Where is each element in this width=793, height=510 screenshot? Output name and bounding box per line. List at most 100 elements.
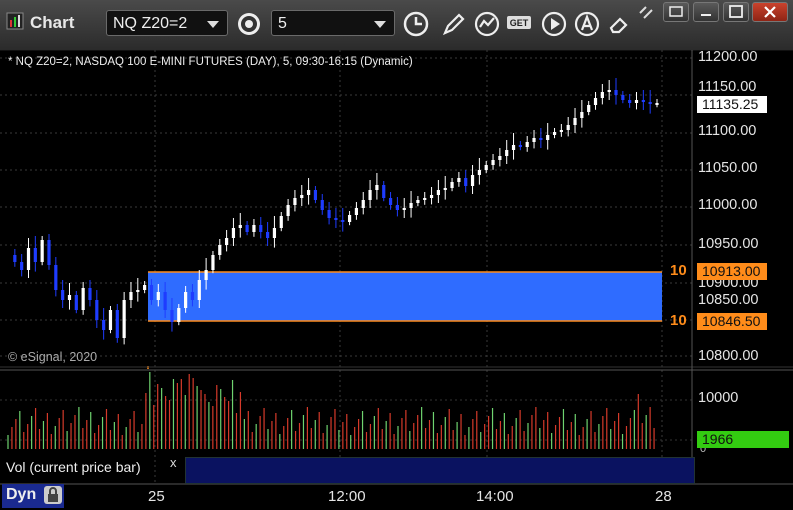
candle-body bbox=[477, 170, 481, 175]
chart-caption: * NQ Z20=2, NASDAQ 100 E-MINI FUTURES (D… bbox=[8, 56, 413, 68]
candle-body bbox=[655, 103, 659, 105]
layout-label[interactable]: Dyn bbox=[6, 486, 36, 504]
candle-body bbox=[552, 132, 557, 135]
candle-body bbox=[33, 248, 37, 262]
candle-body bbox=[443, 188, 447, 190]
candle-body bbox=[204, 270, 208, 280]
price-axis-label: 10950.00 bbox=[698, 236, 759, 252]
candle-body bbox=[95, 300, 99, 320]
upper-level-edge: 10 bbox=[670, 262, 687, 279]
price-chart[interactable] bbox=[0, 50, 793, 510]
candle-body bbox=[361, 200, 365, 208]
candle-body bbox=[347, 215, 352, 222]
candle-body bbox=[436, 190, 440, 195]
candle-body bbox=[259, 225, 263, 232]
candle-body bbox=[511, 145, 516, 150]
chevron-down-icon[interactable] bbox=[207, 21, 219, 28]
maximize-icon[interactable] bbox=[723, 2, 749, 22]
candle-body bbox=[190, 292, 195, 300]
candle-body bbox=[429, 195, 434, 198]
candle-body bbox=[607, 90, 611, 92]
time-axis-label: 14:00 bbox=[476, 488, 514, 505]
price-axis-label: 11100.00 bbox=[698, 123, 757, 139]
candle-body bbox=[382, 185, 386, 198]
candle-body bbox=[593, 98, 598, 105]
candle-body bbox=[621, 95, 625, 100]
copyright-text: © eSignal, 2020 bbox=[8, 350, 98, 364]
candle-body bbox=[149, 285, 154, 300]
candle-body bbox=[286, 205, 290, 216]
candle-body bbox=[266, 232, 270, 238]
volume-axis-label: 10000 bbox=[698, 390, 739, 406]
volume-current-tag: 1966 bbox=[697, 431, 789, 448]
settings-icon[interactable] bbox=[235, 10, 263, 38]
lock-icon[interactable] bbox=[44, 486, 62, 504]
candle-body bbox=[218, 245, 222, 255]
symbol-value: NQ Z20=2 bbox=[113, 15, 188, 32]
candle-body bbox=[61, 290, 65, 300]
close-study-icon[interactable]: x bbox=[170, 455, 177, 470]
clock-icon[interactable] bbox=[402, 10, 430, 38]
symbol-input[interactable]: NQ Z20=2 bbox=[106, 10, 228, 36]
price-axis-label: 11150.00 bbox=[698, 79, 757, 95]
candle-body bbox=[368, 190, 372, 200]
candle-body bbox=[163, 292, 167, 310]
upper-level-tag[interactable]: 10913.00 bbox=[697, 263, 767, 280]
candle-body bbox=[532, 138, 536, 142]
candle-body bbox=[122, 300, 126, 338]
study-icon[interactable] bbox=[473, 10, 501, 38]
candle-body bbox=[115, 310, 119, 338]
interval-value: 5 bbox=[278, 15, 287, 32]
candle-body bbox=[573, 118, 577, 125]
candle-body bbox=[238, 225, 242, 228]
price-zone[interactable] bbox=[148, 272, 662, 321]
candle-body bbox=[409, 203, 413, 208]
time-axis-label: 28 bbox=[655, 488, 672, 505]
restore-icon[interactable] bbox=[663, 2, 689, 22]
price-axis-label: 11000.00 bbox=[698, 197, 758, 213]
candle-body bbox=[648, 102, 652, 104]
candle-body bbox=[546, 135, 550, 140]
candle-body bbox=[416, 200, 420, 203]
candle-body bbox=[74, 295, 78, 310]
candle-body bbox=[306, 190, 311, 195]
volume-panel-bar[interactable] bbox=[185, 457, 695, 484]
link-icon[interactable] bbox=[636, 4, 658, 22]
price-axis-label: 11050.00 bbox=[698, 160, 758, 176]
interval-input[interactable]: 5 bbox=[271, 10, 395, 36]
candle-body bbox=[559, 130, 563, 132]
candle-body bbox=[54, 265, 58, 290]
candle-body bbox=[26, 248, 31, 270]
window-title: Chart bbox=[30, 13, 75, 32]
candle-body bbox=[184, 292, 188, 308]
price-axis-label: 11200.00 bbox=[698, 49, 758, 65]
minimize-button[interactable] bbox=[693, 2, 719, 22]
candle-body bbox=[388, 198, 393, 205]
time-axis-label: 12:00 bbox=[328, 488, 366, 505]
candle-body bbox=[484, 165, 488, 170]
close-icon[interactable] bbox=[752, 2, 788, 22]
candle-body bbox=[450, 182, 454, 188]
candle-body bbox=[225, 238, 229, 245]
volume-study-label[interactable]: Vol (current price bar) bbox=[6, 459, 141, 475]
lower-level-edge: 10 bbox=[670, 312, 687, 329]
chevron-down-icon[interactable] bbox=[374, 21, 386, 28]
candle-body bbox=[341, 220, 345, 222]
eraser-icon[interactable] bbox=[605, 10, 633, 38]
price-axis-label: 10850.00 bbox=[698, 292, 759, 308]
alert-icon[interactable] bbox=[573, 10, 601, 38]
candle-body bbox=[67, 295, 72, 300]
candle-body bbox=[102, 320, 106, 330]
pencil-icon[interactable] bbox=[440, 10, 468, 38]
candle-body bbox=[327, 210, 331, 218]
candle-body bbox=[47, 240, 51, 265]
get-icon[interactable]: GET bbox=[505, 10, 533, 38]
lower-level-tag[interactable]: 10846.50 bbox=[697, 313, 767, 330]
current-price-tag: 11135.25 bbox=[697, 96, 767, 113]
candle-body bbox=[505, 150, 509, 156]
candle-body bbox=[375, 185, 379, 190]
play-icon[interactable] bbox=[540, 10, 568, 38]
candle-body bbox=[40, 240, 44, 262]
candle-body bbox=[108, 310, 113, 330]
candle-body bbox=[245, 225, 249, 232]
